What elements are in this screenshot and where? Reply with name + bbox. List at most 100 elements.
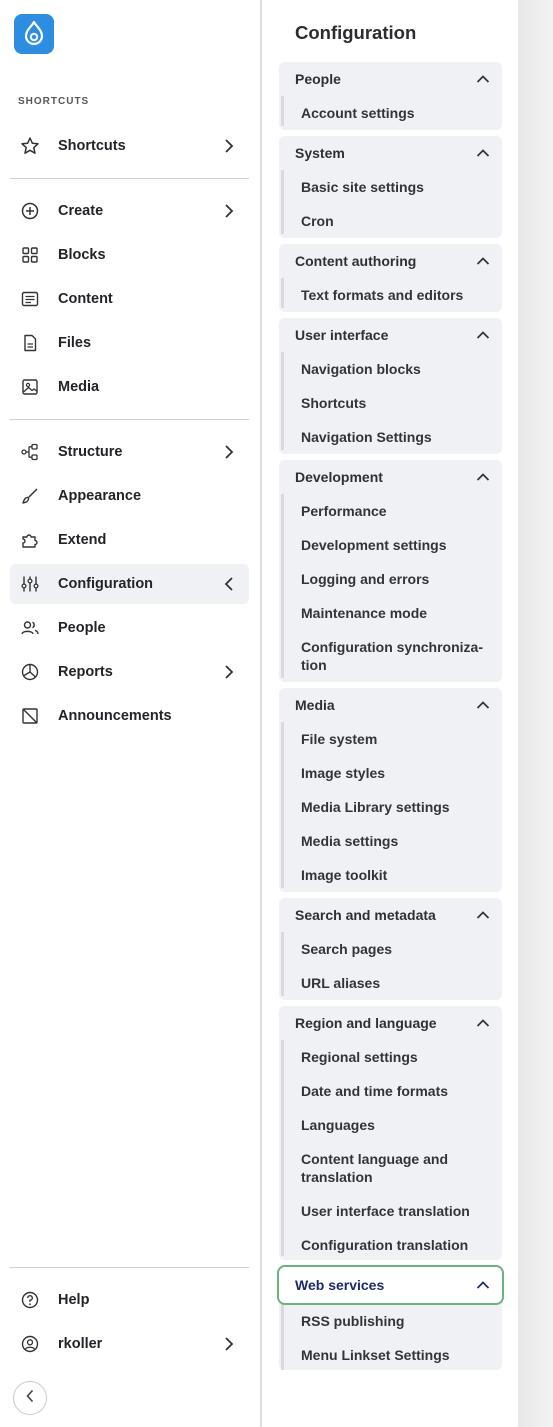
image-icon xyxy=(20,377,40,397)
group-items: Account settings xyxy=(281,96,502,126)
sidebar-item-reports[interactable]: Reports xyxy=(10,652,249,692)
menu-link[interactable]: Content language and translation xyxy=(284,1150,484,1186)
group-search-and-metadata: Search and metadata Search pages URL ali… xyxy=(279,898,502,1000)
menu-link[interactable]: Image styles xyxy=(284,764,502,782)
menu-link[interactable]: Menu Linkset Settings xyxy=(284,1346,502,1364)
menu-link[interactable]: Navigation blocks xyxy=(284,360,502,378)
menu-link[interactable]: Media Library settings xyxy=(284,798,502,816)
sidebar-item-label: Structure xyxy=(58,444,123,460)
menu-link[interactable]: URL aliases xyxy=(284,974,502,992)
group-header[interactable]: Content authoring xyxy=(279,244,502,278)
sidebar-item-blocks[interactable]: Blocks xyxy=(10,235,249,275)
group-header[interactable]: People xyxy=(279,62,502,96)
sidebar-item-label: Shortcuts xyxy=(58,138,126,154)
menu-link[interactable]: User interface translation xyxy=(284,1202,502,1220)
group-items: Text formats and editors xyxy=(281,278,502,308)
plus-circle-icon xyxy=(20,201,40,221)
group-items: File system Image styles Media Library s… xyxy=(281,722,502,888)
menu-link[interactable]: Cron xyxy=(284,212,502,230)
brush-icon xyxy=(20,486,40,506)
group-label: User interface xyxy=(295,327,389,343)
menu-link[interactable]: Media settings xyxy=(284,832,502,850)
group-label: Search and metadata xyxy=(295,907,436,923)
sidebar-item-media[interactable]: Media xyxy=(10,367,249,407)
sidebar-item-label: Create xyxy=(58,203,104,219)
sidebar-item-user[interactable]: rkoller xyxy=(10,1324,249,1364)
group-header[interactable]: Search and metadata xyxy=(279,898,502,932)
sidebar-item-people[interactable]: People xyxy=(10,608,249,648)
menu-link[interactable]: Development settings xyxy=(284,536,502,554)
group-header[interactable]: Media xyxy=(279,688,502,722)
group-label: Web services xyxy=(295,1277,385,1293)
group-header[interactable]: System xyxy=(279,136,502,170)
content-icon xyxy=(20,289,40,309)
user-icon xyxy=(20,1334,40,1354)
sidebar-item-create[interactable]: Create xyxy=(10,191,249,231)
sidebar-item-appearance[interactable]: Appearance xyxy=(10,476,249,516)
chevron-right-icon xyxy=(221,664,237,680)
menu-link[interactable]: Configuration translation xyxy=(284,1236,502,1254)
group-label: Development xyxy=(295,469,383,485)
sidebar-divider xyxy=(10,178,249,179)
group-header[interactable]: User interface xyxy=(279,318,502,352)
sidebar-item-files[interactable]: Files xyxy=(10,323,249,363)
menu-link[interactable]: Logging and errors xyxy=(284,570,502,588)
menu-link[interactable]: Basic site settings xyxy=(284,178,502,196)
sidebar-item-announcements[interactable]: Announcements xyxy=(10,696,249,736)
sidebar-item-configuration[interactable]: Configuration xyxy=(10,564,249,604)
menu-link[interactable]: Image toolkit xyxy=(284,866,502,884)
group-items: Performance Development settings Logging… xyxy=(281,494,502,678)
group-items: Regional settings Date and time formats … xyxy=(281,1040,502,1256)
menu-link[interactable]: Maintenance mode xyxy=(284,604,502,622)
menu-link[interactable]: RSS publishing xyxy=(284,1312,502,1330)
chevron-right-icon xyxy=(221,1336,237,1352)
sidebar-item-structure[interactable]: Structure xyxy=(10,432,249,472)
sidebar-item-shortcuts[interactable]: Shortcuts xyxy=(10,126,249,166)
menu-link[interactable]: Date and time formats xyxy=(284,1082,502,1100)
shortcuts-section-label: SHORTCUTS xyxy=(18,96,90,107)
sidebar-item-label: Blocks xyxy=(58,247,106,263)
group-header[interactable]: Region and language xyxy=(279,1006,502,1040)
sidebar-item-label: Media xyxy=(58,379,100,395)
chevron-up-icon xyxy=(476,71,490,87)
group-header[interactable]: Development xyxy=(279,460,502,494)
sidebar-item-content[interactable]: Content xyxy=(10,279,249,319)
sidebar-item-label: Files xyxy=(58,335,92,351)
chevron-up-icon xyxy=(476,327,490,343)
panel-title: Configuration xyxy=(295,22,417,43)
group-people: People Account settings xyxy=(279,62,502,130)
sidebar-item-label: Announcements xyxy=(58,708,172,724)
sidebar-item-label: Reports xyxy=(58,664,113,680)
group-label: Region and language xyxy=(295,1015,437,1031)
chevron-right-icon xyxy=(221,444,237,460)
menu-link[interactable]: Languages xyxy=(284,1116,502,1134)
menu-link[interactable]: Text formats and editors xyxy=(284,286,502,304)
group-items: Search pages URL aliases xyxy=(281,932,502,996)
menu-link[interactable]: Search pages xyxy=(284,940,502,958)
collapse-sidebar-button[interactable] xyxy=(13,1381,47,1415)
group-region-and-language: Region and language Regional settings Da… xyxy=(279,1006,502,1260)
group-header-web-services[interactable]: Web services xyxy=(277,1265,504,1305)
help-icon xyxy=(20,1290,40,1310)
sidebar-item-label: Configuration xyxy=(58,576,154,592)
menu-link[interactable]: Performance xyxy=(284,502,502,520)
menu-link[interactable]: Account settings xyxy=(284,104,502,122)
page-backdrop xyxy=(518,0,553,1427)
sidebar-item-help[interactable]: Help xyxy=(10,1280,249,1320)
admin-sidebar: SHORTCUTS Shortcuts Create Blocks Conten… xyxy=(0,0,262,1427)
menu-link[interactable]: Regional settings xyxy=(284,1048,502,1066)
sidebar-item-extend[interactable]: Extend xyxy=(10,520,249,560)
chevron-up-icon xyxy=(476,1277,490,1293)
menu-link[interactable]: Shortcuts xyxy=(284,394,502,412)
puzzle-icon xyxy=(20,530,40,550)
star-icon xyxy=(20,136,40,156)
menu-link[interactable]: Navigation Settings xyxy=(284,428,502,446)
group-user-interface: User interface Navigation blocks Shortcu… xyxy=(279,318,502,454)
sidebar-item-label: Help xyxy=(58,1292,90,1308)
chevron-left-icon xyxy=(221,576,237,592)
menu-link[interactable]: File system xyxy=(284,730,502,748)
chevron-up-icon xyxy=(476,1015,490,1031)
menu-link[interactable]: Configuration synchroniza-tion xyxy=(284,638,494,674)
sidebar-divider xyxy=(10,1267,249,1268)
drupal-logo-icon[interactable] xyxy=(14,14,54,54)
